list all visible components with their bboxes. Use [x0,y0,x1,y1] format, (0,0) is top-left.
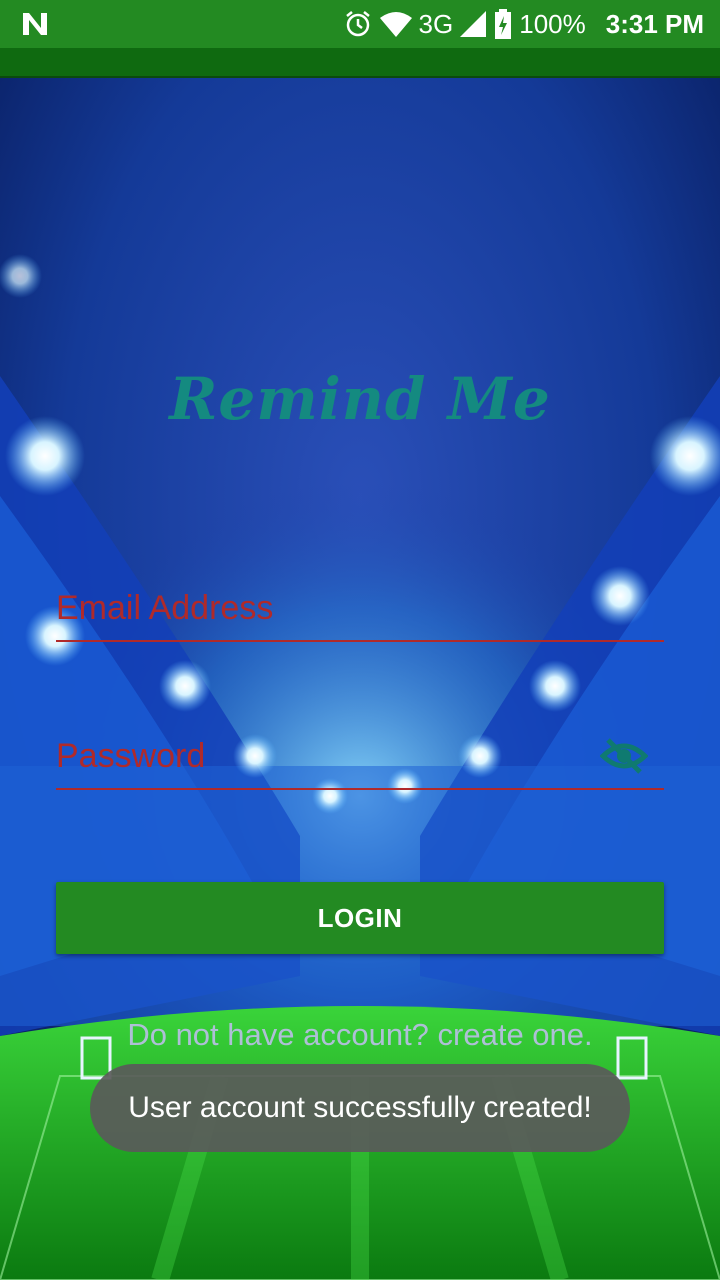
app-bar [0,48,720,78]
wifi-icon [379,10,413,38]
n-icon [23,13,47,35]
password-input[interactable] [56,728,596,784]
status-bar: 3G 100% 3:31 PM [0,0,720,48]
create-account-link[interactable]: Do not have account? create one. [0,1017,720,1053]
alarm-icon [343,9,373,39]
toast-message: User account successfully created! [90,1064,630,1152]
login-button[interactable]: LOGIN [56,882,664,954]
visibility-off-icon[interactable] [600,736,648,776]
clock: 3:31 PM [605,8,704,39]
email-field[interactable] [56,580,664,642]
battery-level: 100% [519,8,586,39]
battery-charging-icon [493,8,513,40]
password-field[interactable] [56,728,664,790]
network-type: 3G [418,8,454,39]
toast-text: User account successfully created! [128,1091,592,1124]
app-title: Remind Me [169,365,551,433]
email-input[interactable] [56,580,596,636]
signal-icon [459,10,487,38]
